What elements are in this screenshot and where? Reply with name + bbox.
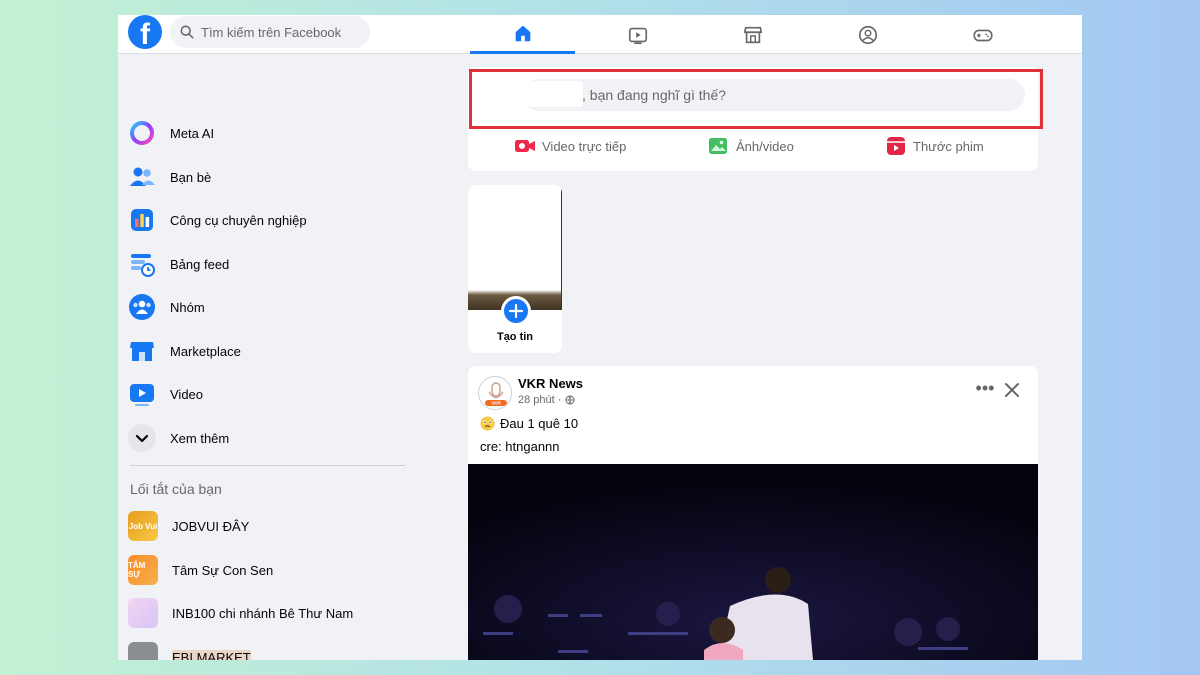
reels-icon	[887, 137, 905, 155]
composer-highlight-box	[469, 69, 1043, 129]
post-more-options-button[interactable]: •••	[973, 379, 997, 401]
live-video-icon	[515, 140, 535, 152]
post-time[interactable]: 28 phút ·	[518, 394, 561, 406]
post-author-avatar[interactable]: VKR	[478, 376, 512, 410]
close-icon	[1005, 383, 1019, 397]
add-story-button[interactable]	[501, 296, 531, 326]
photo-video-icon	[709, 138, 727, 154]
action-label: Thước phim	[913, 138, 984, 154]
post-text-line-1: Đau 1 quê 10	[480, 416, 578, 431]
action-label: Video trực tiếp	[542, 138, 627, 154]
live-video-button[interactable]: Video trực tiếp	[514, 136, 626, 156]
post-close-button[interactable]	[1002, 380, 1022, 400]
svg-text:VKR: VKR	[491, 401, 501, 406]
video-frame-image	[468, 464, 1038, 660]
create-story-card[interactable]	[468, 185, 562, 353]
post-video-player[interactable]	[468, 464, 1038, 660]
post-meta: 28 phút ·	[518, 394, 575, 406]
story-preview-image	[468, 185, 562, 310]
main-feed: , bạn đang nghĩ gì thế? Video trực tiếp …	[118, 15, 1082, 660]
action-label: Ảnh/video	[736, 138, 794, 154]
crying-face-emoji-icon	[480, 416, 495, 431]
plus-icon	[509, 304, 523, 318]
create-story-label: Tạo tin	[496, 331, 534, 343]
post-text: Đau 1 quê 10	[500, 416, 579, 431]
photo-video-button[interactable]: Ảnh/video	[708, 136, 794, 156]
reels-button[interactable]: Thước phim	[885, 136, 984, 156]
globe-icon	[565, 395, 575, 405]
post-text-line-2: cre: htngannn	[480, 439, 560, 454]
post-author-name[interactable]: VKR News	[518, 376, 583, 391]
